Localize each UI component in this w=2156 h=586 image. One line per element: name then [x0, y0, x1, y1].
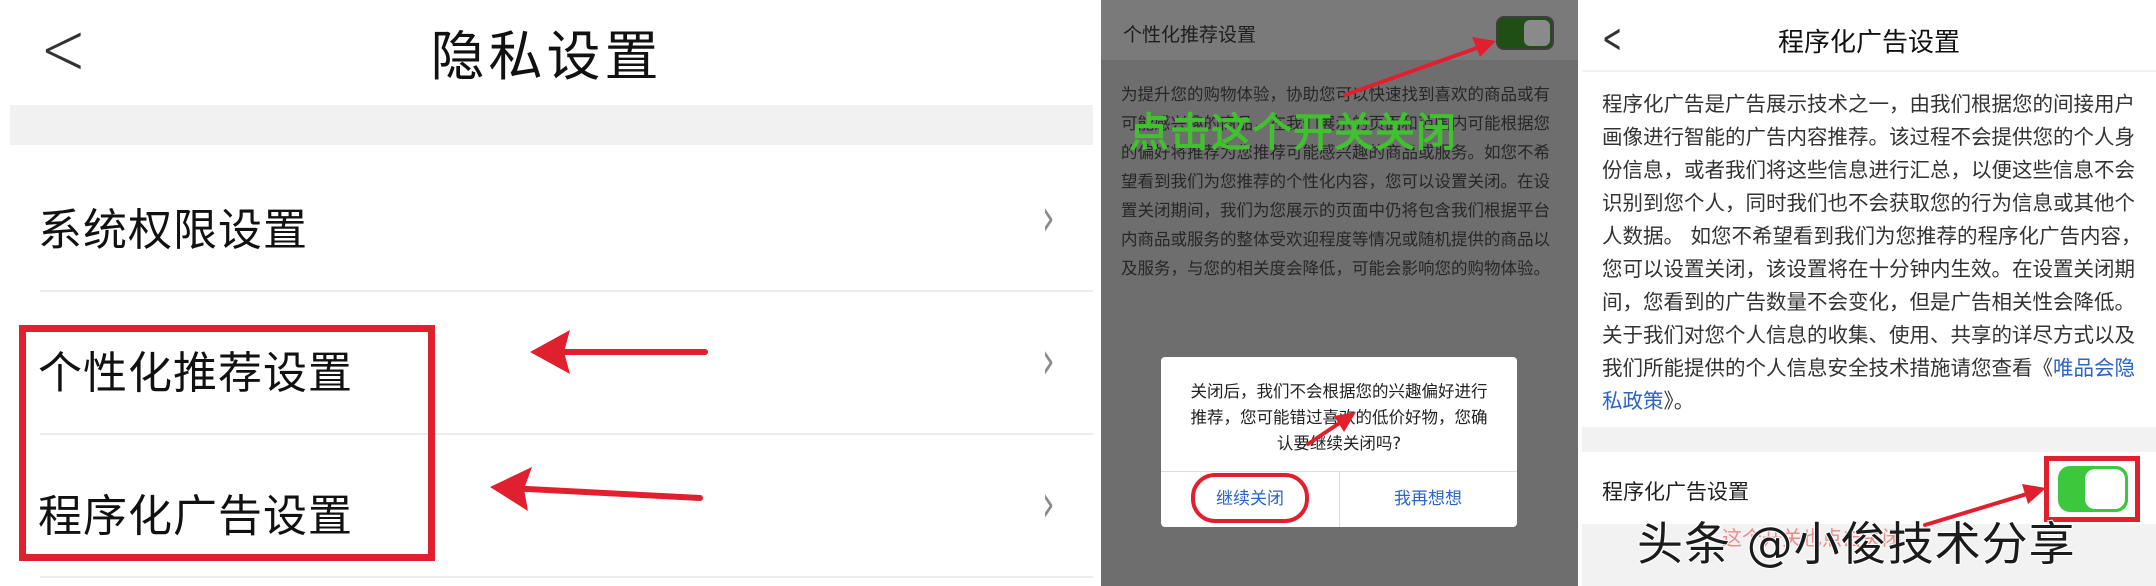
- arrow-line: [505, 485, 703, 501]
- annotation-arrows: [490, 37, 2046, 527]
- arrow-head: [1334, 412, 1356, 432]
- arrow-head: [530, 330, 570, 374]
- arrow-line: [1343, 42, 1490, 97]
- arrow-head: [2022, 484, 2046, 504]
- watermark: 头条 @小俊技术分享: [1636, 516, 2076, 572]
